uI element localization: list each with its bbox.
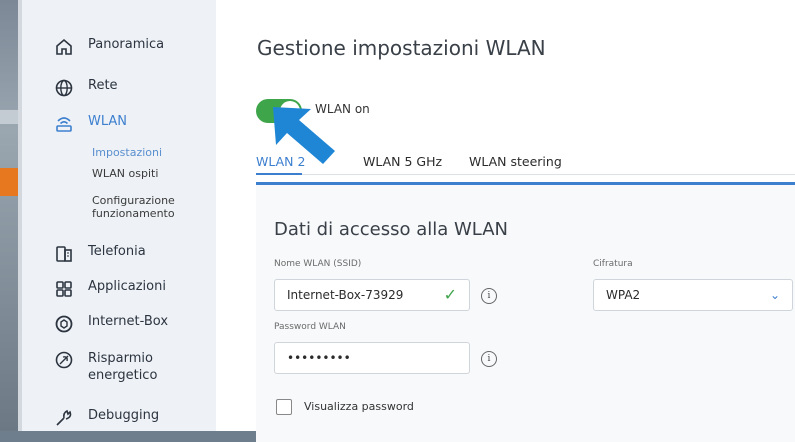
- sidebar-item-applicazioni[interactable]: Applicazioni: [54, 279, 166, 299]
- sidebar-item-rete[interactable]: Rete: [54, 78, 118, 98]
- wlan-access-card: Dati di accesso alla WLAN Nome WLAN (SSI…: [256, 182, 795, 442]
- sidebar-item-telefonia[interactable]: Telefonia: [54, 244, 146, 264]
- cipher-value: WPA2: [606, 288, 641, 302]
- box-icon: [54, 314, 74, 334]
- phone-icon: [54, 244, 74, 264]
- checkmark-icon: ✓: [443, 285, 457, 304]
- sidebar-subitem-configurazione[interactable]: Configurazione funzionamento: [92, 194, 175, 220]
- page-title: Gestione impostazioni WLAN: [257, 36, 546, 60]
- sidebar-item-label: Risparmio energetico: [88, 350, 157, 384]
- sidebar-item-wlan[interactable]: WLAN: [54, 114, 127, 134]
- main-content: Gestione impostazioni WLAN WLAN on WLAN …: [216, 0, 795, 442]
- sidebar-item-label: Rete: [88, 78, 118, 93]
- sidebar-subitem-line: funzionamento: [92, 207, 175, 220]
- sidebar-item-risparmio-energetico[interactable]: Risparmio energetico: [54, 350, 157, 384]
- sidebar-subitem-wlan-ospiti[interactable]: WLAN ospiti: [92, 167, 158, 180]
- password-field[interactable]: •••••••••: [274, 342, 470, 374]
- ssid-field[interactable]: Internet-Box-73929 ✓: [274, 279, 470, 311]
- home-icon: [54, 37, 74, 57]
- router-settings-screen: Panoramica Rete WLAN Impostazioni WLAN o…: [18, 0, 795, 442]
- wifi-router-icon: [54, 114, 74, 134]
- sidebar-subitem-line: Configurazione: [92, 194, 175, 207]
- globe-icon: [54, 78, 74, 98]
- password-label: Password WLAN: [274, 322, 346, 332]
- sidebar-subitem-impostazioni[interactable]: Impostazioni: [92, 146, 162, 159]
- cipher-select[interactable]: WPA2 ⌄: [593, 279, 793, 311]
- show-password-checkbox[interactable]: [276, 399, 292, 415]
- wrench-icon: [54, 408, 74, 428]
- sidebar-item-label: WLAN: [88, 114, 128, 129]
- leaf-icon: [54, 350, 74, 370]
- sidebar-item-debugging[interactable]: Debugging: [54, 408, 159, 428]
- sidebar-item-label: Debugging: [88, 408, 160, 423]
- info-icon[interactable]: i: [481, 351, 497, 367]
- ssid-label: Nome WLAN (SSID): [274, 259, 362, 269]
- info-icon[interactable]: i: [481, 288, 497, 304]
- cipher-label: Cifratura: [593, 259, 633, 269]
- sidebar-item-panoramica[interactable]: Panoramica: [54, 37, 164, 57]
- password-value: •••••••••: [287, 351, 351, 365]
- sidebar-item-internet-box[interactable]: Internet-Box: [54, 314, 168, 334]
- tab-wlan-steering[interactable]: WLAN steering: [469, 154, 562, 169]
- tab-wlan-5ghz[interactable]: WLAN 5 GHz: [363, 154, 442, 169]
- sidebar-item-label-line: energetico: [88, 368, 158, 383]
- show-password-label: Visualizza password: [304, 400, 414, 413]
- chevron-down-icon: ⌄: [769, 288, 780, 302]
- sidebar-item-label: Panoramica: [88, 37, 165, 52]
- sidebar-item-label-line: Risparmio: [88, 351, 153, 366]
- sidebar-item-label: Applicazioni: [88, 279, 166, 294]
- apps-grid-icon: [54, 279, 74, 299]
- card-title: Dati di accesso alla WLAN: [274, 219, 509, 240]
- sidebar-item-label: Telefonia: [88, 244, 146, 259]
- ssid-value: Internet-Box-73929: [287, 288, 404, 302]
- sidebar: Panoramica Rete WLAN Impostazioni WLAN o…: [18, 0, 216, 431]
- sidebar-item-label: Internet-Box: [88, 314, 169, 329]
- pointer-arrow-icon: [273, 107, 335, 164]
